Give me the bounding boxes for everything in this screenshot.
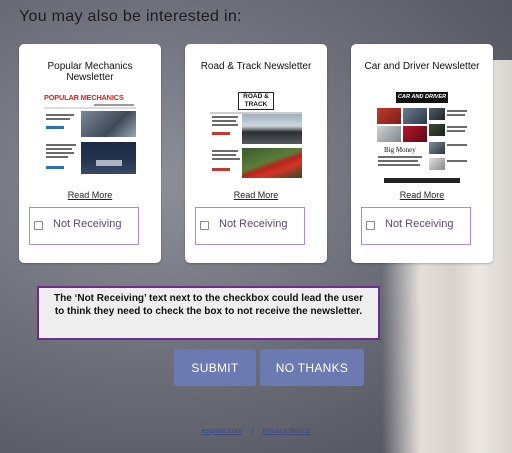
newsletter-card-road-and-track: Road & Track Newsletter ROAD & TRACK Rea… bbox=[185, 44, 327, 263]
newsletter-preview-image: ROAD & TRACK bbox=[210, 92, 302, 186]
read-more-link[interactable]: Read More bbox=[19, 190, 161, 200]
footer: esquire.com | Privacy Notice bbox=[0, 426, 512, 435]
card-title: Road & Track Newsletter bbox=[200, 61, 312, 72]
read-more-link[interactable]: Read More bbox=[185, 190, 327, 200]
subscribe-checkbox[interactable] bbox=[200, 221, 209, 230]
read-more-link[interactable]: Read More bbox=[351, 190, 493, 200]
no-thanks-button[interactable]: NO THANKS bbox=[260, 349, 364, 386]
subscribe-checkbox[interactable] bbox=[366, 221, 375, 230]
card-title: Popular Mechanics Newsletter bbox=[47, 61, 133, 83]
subscribe-toggle[interactable]: Not Receiving bbox=[195, 207, 305, 245]
submit-button[interactable]: SUBMIT bbox=[174, 349, 256, 386]
newsletter-card-car-and-driver: Car and Driver Newsletter CAR AND DRIVER… bbox=[351, 44, 493, 263]
card-title: Car and Driver Newsletter bbox=[364, 61, 480, 72]
footer-separator: | bbox=[251, 426, 254, 435]
subscribe-toggle[interactable]: Not Receiving bbox=[29, 207, 139, 245]
annotation-callout: The ‘Not Receiving’ text next to the che… bbox=[37, 286, 380, 340]
newsletter-card-popular-mechanics: Popular Mechanics Newsletter POPULAR MEC… bbox=[19, 44, 161, 263]
feature-headline: Big Money bbox=[384, 146, 416, 154]
masthead-logo: ROAD & TRACK bbox=[243, 93, 269, 108]
subscribe-toggle[interactable]: Not Receiving bbox=[361, 207, 471, 245]
subscription-status-label: Not Receiving bbox=[385, 218, 454, 230]
subscribe-checkbox[interactable] bbox=[34, 221, 43, 230]
subscription-status-label: Not Receiving bbox=[219, 218, 288, 230]
privacy-notice-link[interactable]: Privacy Notice bbox=[262, 426, 310, 435]
subscription-status-label: Not Receiving bbox=[53, 218, 122, 230]
masthead-logo: CAR AND DRIVER bbox=[396, 92, 448, 103]
esquire-link[interactable]: esquire.com bbox=[202, 426, 243, 435]
newsletter-preview-image: CAR AND DRIVER Big Money bbox=[376, 92, 468, 186]
newsletter-preview-image: POPULAR MECHANICS bbox=[44, 92, 136, 186]
section-heading: You may also be interested in: bbox=[19, 8, 242, 25]
